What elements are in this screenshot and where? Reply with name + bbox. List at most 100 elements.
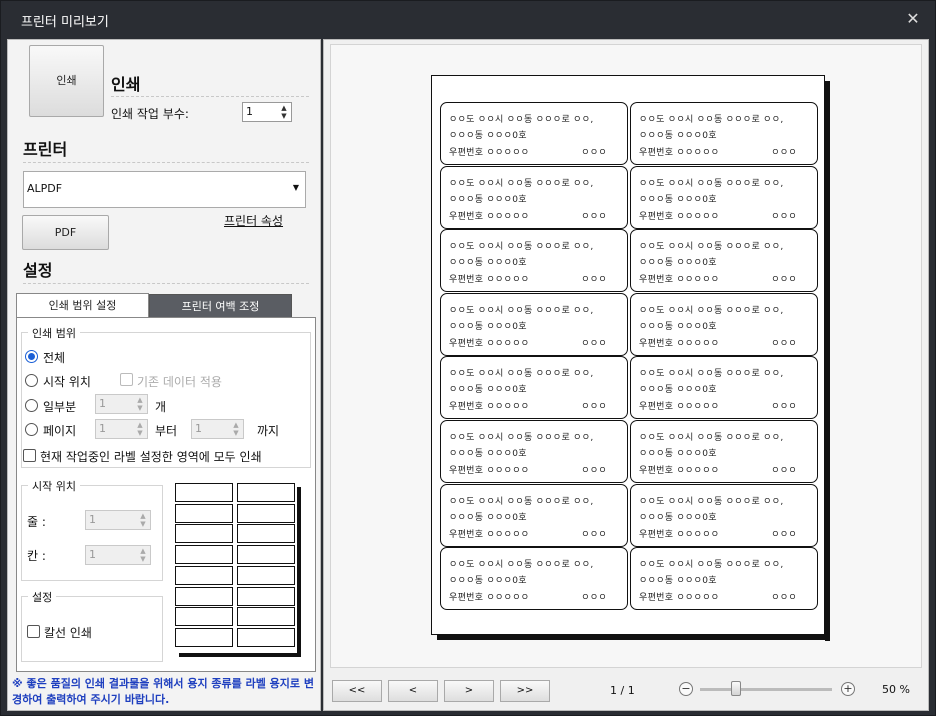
pdf-button[interactable]: PDF (22, 215, 109, 250)
address-label-line: ㅇㅇㅇ (771, 148, 797, 158)
address-label: ㅇㅇ도 ㅇㅇ시 ㅇㅇ동 ㅇㅇㅇ로 ㅇㅇ, ㅇㅇㅇ동 ㅇㅇㅇ0호우편번호 ㅇㅇㅇㅇㅇ… (630, 102, 818, 165)
keep-data-checkbox[interactable] (120, 373, 133, 386)
prev-page-button[interactable]: < (388, 680, 438, 702)
grid-cell[interactable] (237, 607, 295, 627)
printer-properties-link[interactable]: 프린터 속성 (224, 212, 283, 229)
stepper-arrows-icon[interactable]: ▲ ▼ (137, 512, 149, 528)
radio-all[interactable] (25, 350, 38, 363)
address-label: ㅇㅇ도 ㅇㅇ시 ㅇㅇ동 ㅇㅇㅇ로 ㅇㅇ, ㅇㅇㅇ동 ㅇㅇㅇ0호 우편번호 ㅇㅇㅇㅇㅇ… (630, 547, 818, 611)
address-label-line: ㅇㅇㅇ동 ㅇㅇㅇ0호 (449, 449, 527, 459)
current-area-checkbox[interactable] (23, 449, 36, 462)
grid-cell[interactable] (237, 627, 295, 647)
stepper-arrows-icon[interactable]: ▲ ▼ (278, 104, 290, 120)
options-legend: 설정 (28, 589, 57, 605)
radio-all-label: 전체 (43, 351, 66, 365)
page-from-stepper[interactable]: 1 ▲ ▼ (95, 419, 148, 439)
printer-select[interactable]: ALPDF ▼ (23, 171, 306, 208)
start-position-legend: 시작 위치 (28, 478, 80, 494)
address-label-line: ㅇㅇㅇ (581, 211, 607, 222)
grid-shadow (297, 487, 301, 657)
address-label-line: 우편번호 ㅇㅇㅇㅇㅇ (449, 402, 530, 413)
last-page-button[interactable]: >> (500, 680, 550, 702)
address-label-line: 우편번호 ㅇㅇㅇㅇㅇ (639, 148, 720, 158)
start-position-grid[interactable] (175, 483, 301, 659)
address-label-line: ㅇㅇ도 ㅇㅇ시 ㅇㅇ동 ㅇㅇㅇ로 ㅇㅇ, (639, 496, 784, 507)
next-page-button[interactable]: > (444, 680, 494, 702)
address-label-line: ㅇㅇㅇ (581, 466, 607, 476)
page-to-stepper[interactable]: 1 ▲ ▼ (191, 419, 244, 439)
grid-cell[interactable] (175, 545, 233, 565)
address-label-line: 우편번호 ㅇㅇㅇㅇㅇ (449, 275, 530, 286)
zoom-in-icon[interactable]: + (841, 682, 855, 696)
address-label-line: 우편번호 ㅇㅇㅇㅇㅇ (639, 466, 720, 476)
grid-cell[interactable] (237, 524, 295, 544)
close-icon[interactable]: ✕ (903, 9, 923, 29)
address-label-line: ㅇㅇㅇ동 ㅇㅇㅇ0호 (639, 131, 717, 141)
grid-cell[interactable] (175, 565, 233, 585)
col-label: 칸 : (27, 549, 46, 563)
grid-cell[interactable] (175, 524, 233, 544)
address-label-line: ㅇㅇ도 ㅇㅇ시 ㅇㅇ동 ㅇㅇㅇ로 ㅇㅇ, (449, 369, 594, 380)
address-label-line: ㅇㅇ도 ㅇㅇ시 ㅇㅇ동 ㅇㅇㅇ로 ㅇㅇ, (449, 242, 594, 253)
address-label-line: 우편번호 ㅇㅇㅇㅇㅇ (449, 211, 530, 222)
first-page-button[interactable]: << (332, 680, 382, 702)
address-label-line: 우편번호 ㅇㅇㅇㅇㅇ (449, 338, 530, 349)
settings-heading: 설정 (23, 261, 53, 280)
grid-cell[interactable] (175, 627, 233, 647)
zoom-slider-track[interactable] (700, 688, 832, 691)
stepper-arrows-icon[interactable]: ▲ ▼ (134, 396, 146, 412)
address-label: ㅇㅇ도 ㅇㅇ시 ㅇㅇ동 ㅇㅇㅇ로 ㅇㅇ, ㅇㅇㅇ동 ㅇㅇㅇ0호 우편번호 ㅇㅇㅇㅇㅇ… (630, 229, 818, 293)
radio-page[interactable] (25, 423, 38, 436)
start-col-stepper[interactable]: 1 ▲ ▼ (85, 545, 151, 565)
grid-cell[interactable] (175, 503, 233, 523)
address-label-line: ㅇㅇㅇ (771, 211, 797, 222)
start-row-stepper[interactable]: 1 ▲ ▼ (85, 510, 151, 530)
address-label-line: ㅇㅇ도 ㅇㅇ시 ㅇㅇ동 ㅇㅇㅇ로 ㅇㅇ, (449, 496, 594, 507)
printer-select-value: ALPDF (27, 182, 63, 195)
grid-cell[interactable] (237, 503, 295, 523)
zoom-out-icon[interactable]: − (679, 682, 693, 696)
tab-printer-margin[interactable]: 프린터 여백 조정 (149, 294, 292, 318)
tab-panel-print-range: 인쇄 범위 전체 시작 위치 기존 데이터 적용 일부분 1 ▲ ▼ 개 페이지 … (16, 317, 316, 672)
zoom-slider-thumb[interactable] (730, 681, 741, 696)
row-label: 줄 : (27, 515, 46, 529)
grid-cell[interactable] (175, 483, 233, 502)
color-line-checkbox[interactable] (27, 625, 40, 638)
copies-value: 1 (246, 105, 253, 118)
print-heading: 인쇄 (111, 75, 141, 94)
grid-cell[interactable] (175, 586, 233, 606)
stepper-arrows-icon[interactable]: ▲ ▼ (134, 421, 146, 437)
tab-print-range[interactable]: 인쇄 범위 설정 (16, 293, 149, 317)
radio-partial[interactable] (25, 399, 38, 412)
address-label-line: ㅇㅇㅇ동 ㅇㅇㅇ0호 (449, 194, 527, 205)
radio-start-position[interactable] (25, 374, 38, 387)
address-label-line: ㅇㅇㅇ (581, 338, 607, 349)
start-position-group: 시작 위치 (21, 478, 163, 581)
address-label-line: ㅇㅇ도 ㅇㅇ시 ㅇㅇ동 ㅇㅇㅇ로 ㅇㅇ, (639, 433, 784, 443)
partial-count-stepper[interactable]: 1 ▲ ▼ (95, 394, 148, 414)
address-label-line: 우편번호 ㅇㅇㅇㅇㅇ (639, 338, 720, 349)
copies-stepper[interactable]: 1 ▲ ▼ (242, 102, 292, 122)
grid-cell[interactable] (237, 483, 295, 502)
grid-cell[interactable] (237, 565, 295, 585)
print-preview-window: 프린터 미리보기 ✕ 인쇄 인쇄 인쇄 작업 부수: 1 ▲ ▼ 프린터 ALPD… (0, 0, 936, 716)
zoom-value: 50 % (882, 683, 910, 696)
divider (23, 283, 309, 284)
stepper-arrows-icon[interactable]: ▲ ▼ (230, 421, 242, 437)
grid-cell[interactable] (237, 586, 295, 606)
partial-count-value: 1 (99, 397, 106, 410)
address-label-line: ㅇㅇ도 ㅇㅇ시 ㅇㅇ동 ㅇㅇㅇ로 ㅇㅇ, (639, 305, 784, 316)
print-button[interactable]: 인쇄 (29, 45, 104, 117)
label-sheet: ㅇㅇ도 ㅇㅇ시 ㅇㅇ동 ㅇㅇㅇ로 ㅇㅇ, ㅇㅇㅇ동 ㅇㅇㅇ0호 우편번호 ㅇㅇㅇㅇㅇ… (431, 75, 825, 635)
grid-cell[interactable] (175, 607, 233, 627)
address-label-line: 우편번호 ㅇㅇㅇㅇㅇ (449, 148, 530, 158)
address-label-line: ㅇㅇㅇ동 ㅇㅇㅇ0호 (639, 194, 717, 205)
address-label-line: ㅇㅇㅇ동 ㅇㅇㅇ0호 (639, 321, 717, 332)
from-label: 부터 (155, 424, 178, 438)
grid-cell[interactable] (237, 545, 295, 565)
address-label-line: ㅇㅇ도 ㅇㅇ시 ㅇㅇ동 ㅇㅇㅇ로 ㅇㅇ, (639, 115, 784, 125)
address-label: ㅇㅇ도 ㅇㅇ시 ㅇㅇ동 ㅇㅇㅇ로 ㅇㅇ, ㅇㅇㅇ동 ㅇㅇㅇ0호 우편번호 ㅇㅇㅇㅇㅇ… (630, 356, 818, 420)
stepper-arrows-icon[interactable]: ▲ ▼ (137, 547, 149, 563)
address-label-line: ㅇㅇ도 ㅇㅇ시 ㅇㅇ동 ㅇㅇㅇ로 ㅇㅇ, (449, 178, 594, 189)
chevron-down-icon[interactable]: ▼ (293, 183, 299, 192)
